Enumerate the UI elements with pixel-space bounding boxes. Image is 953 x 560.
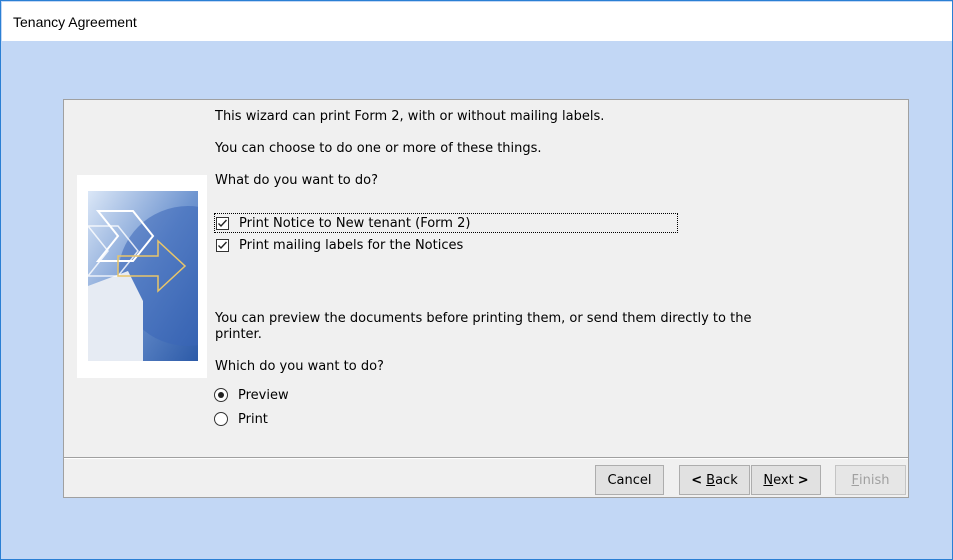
preview-radio[interactable] — [214, 388, 228, 402]
preview-explanation: You can preview the documents before pri… — [215, 311, 752, 342]
title-bar[interactable]: Tenancy Agreement — [2, 2, 952, 41]
checkmark-icon — [218, 241, 227, 249]
print-notice-checkbox[interactable] — [216, 216, 229, 230]
button-separator — [64, 457, 908, 459]
print-labels-checkbox-row[interactable]: Print mailing labels for the Notices — [214, 235, 463, 255]
wizard-panel: This wizard can print Form 2, with or wi… — [63, 99, 909, 498]
cancel-button[interactable]: Cancel — [595, 465, 664, 495]
wizard-graphic — [77, 175, 207, 378]
print-labels-checkbox[interactable] — [216, 238, 229, 252]
back-button[interactable]: < Back — [679, 465, 750, 495]
finish-label-rest: inish — [859, 472, 890, 488]
print-radio[interactable] — [214, 412, 228, 426]
preview-radio-label: Preview — [238, 387, 289, 403]
task-question: What do you want to do? — [215, 173, 379, 188]
back-label-rest: ack — [715, 472, 738, 488]
print-notice-label: Print Notice to New tenant (Form 2) — [239, 215, 471, 231]
print-notice-checkbox-row[interactable]: Print Notice to New tenant (Form 2) — [214, 213, 678, 233]
next-arrow-icon: > — [797, 472, 809, 488]
preview-radio-row[interactable]: Preview — [214, 386, 289, 404]
finish-mnemonic: F — [851, 472, 859, 488]
back-arrow-icon: < — [691, 472, 703, 488]
print-labels-label: Print mailing labels for the Notices — [239, 237, 464, 253]
print-radio-label: Print — [238, 411, 268, 427]
print-radio-row[interactable]: Print — [214, 410, 268, 428]
next-label-rest: ext — [773, 472, 794, 488]
output-question: Which do you want to do? — [215, 359, 384, 374]
window-frame: Tenancy Agreement This wizard can print … — [0, 0, 953, 560]
next-button[interactable]: Next > — [751, 465, 821, 495]
back-mnemonic: B — [706, 472, 716, 488]
intro-text-1: This wizard can print Form 2, with or wi… — [215, 109, 605, 124]
wizard-arrows-illustration — [88, 191, 198, 361]
finish-button[interactable]: Finish — [835, 465, 906, 495]
intro-text-2: You can choose to do one or more of thes… — [215, 141, 542, 156]
window-title: Tenancy Agreement — [13, 14, 137, 30]
next-mnemonic: N — [763, 472, 774, 488]
checkmark-icon — [218, 219, 227, 227]
